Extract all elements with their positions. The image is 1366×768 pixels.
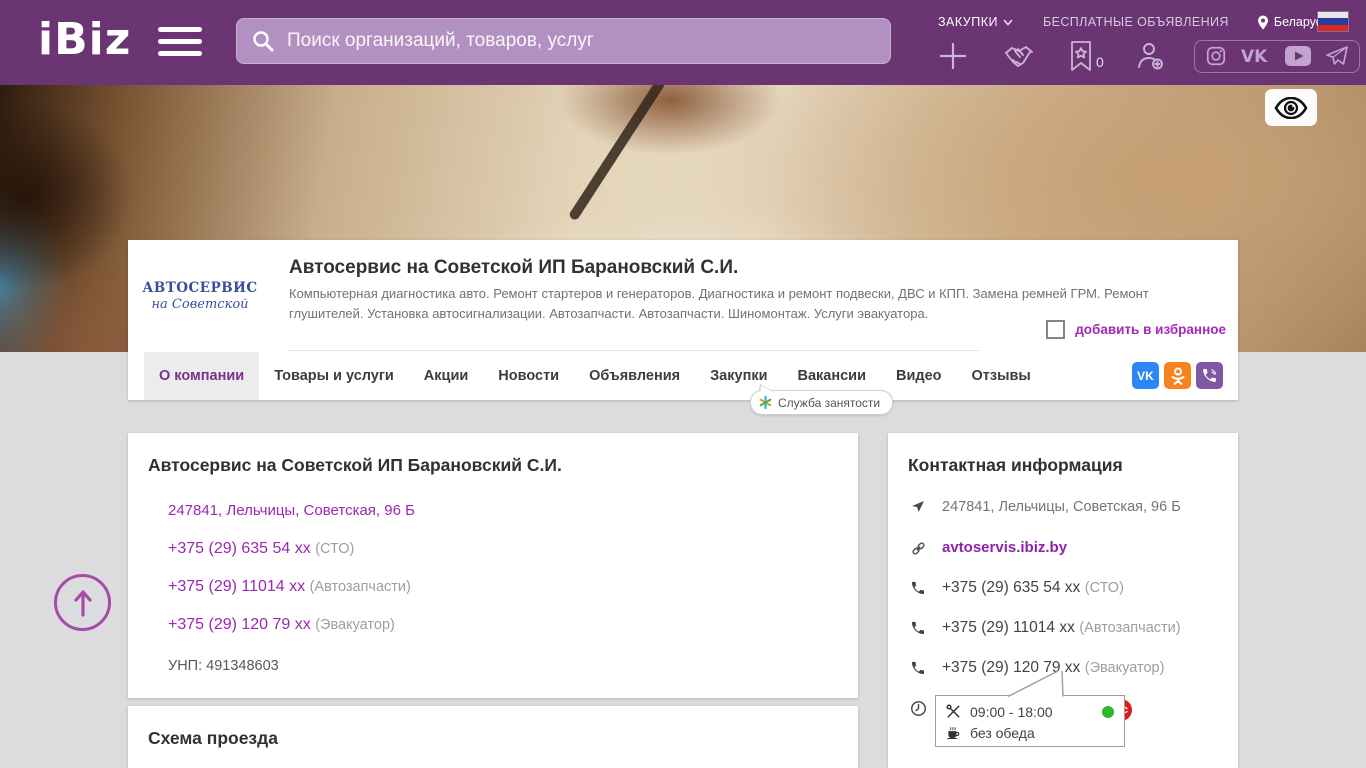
nav-arrow-icon: [908, 499, 928, 515]
company-title: Автосервис на Советской ИП Барановский С…: [289, 257, 738, 279]
page: iBiz ЗАКУПКИ БЕСПЛАТНЫЕ ОБЪЯВЛЕНИЯ: [0, 0, 1366, 768]
header-links: ЗАКУПКИ БЕСПЛАТНЫЕ ОБЪЯВЛЕНИЯ Беларусь: [938, 12, 1358, 32]
scroll-to-top-button[interactable]: [54, 574, 111, 631]
youtube-icon[interactable]: [1285, 46, 1311, 66]
odnoklassniki-icon[interactable]: [1164, 362, 1191, 389]
menu-icon[interactable]: [158, 27, 202, 59]
handshake-icon[interactable]: [1002, 41, 1036, 71]
favorite-label: добавить в избранное: [1075, 322, 1226, 337]
about-title: Автосервис на Советской ИП Барановский С…: [148, 455, 838, 476]
tab-video[interactable]: Видео: [881, 352, 957, 400]
vk-icon[interactable]: VK: [1241, 46, 1271, 66]
tools-icon: [946, 704, 961, 719]
website-link[interactable]: avtoservis.ibiz.by: [942, 539, 1067, 556]
phone-icon: [908, 620, 928, 636]
phone-label: (Эвакуатор): [1085, 660, 1165, 676]
phone-label: (СТО): [315, 541, 354, 557]
map-title: Схема проезда: [148, 728, 838, 749]
add-company-icon[interactable]: [938, 41, 968, 71]
phone-number[interactable]: +375 (29) 11014 xx: [942, 619, 1075, 636]
lunch-value: без обеда: [970, 725, 1035, 741]
phone-label: (Автозапчасти): [1079, 620, 1180, 636]
location-pin-icon: [1257, 15, 1269, 30]
zakupki-dropdown[interactable]: ЗАКУПКИ: [938, 15, 1013, 29]
clock-icon: [908, 700, 928, 717]
add-to-favorites[interactable]: добавить в избранное: [1046, 320, 1226, 339]
company-description: Компьютерная диагностика авто. Ремонт ст…: [289, 284, 1184, 323]
svg-text:VK: VK: [1241, 47, 1268, 66]
eye-icon: [1274, 97, 1308, 119]
phone-label: (СТО): [1085, 580, 1124, 596]
coffee-cup-icon: [946, 725, 961, 740]
phone-link[interactable]: +375 (29) 635 54 xx: [168, 540, 311, 557]
address-link[interactable]: 247841, Лельчицы, Советская, 96 Б: [168, 502, 415, 519]
contact-info-card: Контактная информация 247841, Лельчицы, …: [888, 433, 1238, 768]
link-icon: [908, 540, 928, 557]
company-social-links: VK: [1132, 362, 1223, 389]
tab-ads[interactable]: Объявления: [574, 352, 695, 400]
contact-title: Контактная информация: [908, 455, 1218, 476]
free-ads-link[interactable]: БЕСПЛАТНЫЕ ОБЪЯВЛЕНИЯ: [1043, 15, 1229, 29]
contact-phone-row: +375 (29) 11014 xx (Автозапчасти): [908, 619, 1218, 637]
map-card: Схема проезда: [128, 706, 858, 768]
phone-icon: [908, 580, 928, 596]
visually-impaired-toggle[interactable]: [1265, 89, 1317, 126]
company-logo-line1: АВТОСЕРВИС: [142, 280, 257, 296]
contact-phone-row: +375 (29) 635 54 xx (СТО): [908, 579, 1218, 597]
employment-service-tooltip: Служба занятости: [750, 390, 893, 415]
header-social-links: VK: [1194, 40, 1360, 73]
tooltip-label: Служба занятости: [778, 396, 880, 410]
phone-number[interactable]: +375 (29) 635 54 xx: [942, 579, 1080, 596]
hours-value: 09:00 - 18:00: [970, 704, 1053, 720]
contact-address-row: 247841, Лельчицы, Советская, 96 Б: [908, 498, 1218, 517]
phone-row: +375 (29) 11014 xx (Автозапчасти): [168, 578, 838, 596]
tab-promotions[interactable]: Акции: [409, 352, 483, 400]
phone-row: +375 (29) 635 54 xx (СТО): [168, 540, 838, 558]
contact-address: 247841, Лельчицы, Советская, 96 Б: [942, 498, 1181, 517]
favorite-checkbox[interactable]: [1046, 320, 1065, 339]
account-icon[interactable]: [1134, 40, 1166, 72]
site-logo[interactable]: iBiz: [38, 14, 131, 65]
phone-label: (Эвакуатор): [315, 617, 395, 633]
vk-icon[interactable]: VK: [1132, 362, 1159, 389]
phone-link[interactable]: +375 (29) 120 79 xx: [168, 616, 311, 633]
company-tabs: О компании Товары и услуги Акции Новости…: [144, 352, 1046, 400]
popup-tail: [996, 670, 1071, 697]
phone-icon: [908, 660, 928, 676]
header-icon-row: 0 VK: [938, 36, 1358, 76]
instagram-icon[interactable]: [1205, 45, 1227, 67]
chevron-down-icon: [1003, 19, 1013, 26]
lunch-row: без обеда: [946, 722, 1114, 743]
tab-products[interactable]: Товары и услуги: [259, 352, 409, 400]
contact-website-row: avtoservis.ibiz.by: [908, 539, 1218, 557]
zakupki-label: ЗАКУПКИ: [938, 15, 998, 29]
search-bar[interactable]: [236, 18, 891, 64]
company-logo: АВТОСЕРВИС на Советской: [150, 250, 250, 342]
telegram-icon[interactable]: [1325, 45, 1349, 67]
employment-service-icon: [759, 396, 772, 409]
language-flag-icon[interactable]: [1318, 12, 1348, 31]
unp-number: УНП: 491348603: [168, 658, 838, 674]
hero-hand: [560, 85, 780, 155]
search-icon: [251, 29, 275, 53]
viber-icon[interactable]: [1196, 362, 1223, 389]
open-now-dot: [1102, 706, 1114, 718]
divider: [289, 350, 979, 351]
tab-reviews[interactable]: Отзывы: [957, 352, 1046, 400]
phone-label: (Автозапчасти): [310, 579, 411, 595]
phone-row: +375 (29) 120 79 xx (Эвакуатор): [168, 616, 838, 634]
bookmarks-icon[interactable]: 0: [1068, 40, 1104, 72]
about-card: Автосервис на Советской ИП Барановский С…: [128, 433, 858, 698]
arrow-up-icon: [71, 588, 95, 618]
working-hours-popup: 09:00 - 18:00 без обеда: [935, 695, 1125, 747]
top-header: iBiz ЗАКУПКИ БЕСПЛАТНЫЕ ОБЪЯВЛЕНИЯ: [0, 0, 1366, 85]
tab-news[interactable]: Новости: [483, 352, 574, 400]
bookmarks-count: 0: [1096, 54, 1104, 70]
tab-about[interactable]: О компании: [144, 352, 259, 400]
search-input[interactable]: [287, 30, 876, 52]
company-logo-line2: на Советской: [151, 297, 248, 312]
phone-link[interactable]: +375 (29) 11014 xx: [168, 578, 305, 595]
hours-row: 09:00 - 18:00: [946, 701, 1114, 722]
company-header-card: АВТОСЕРВИС на Советской Автосервис на Со…: [128, 240, 1238, 400]
